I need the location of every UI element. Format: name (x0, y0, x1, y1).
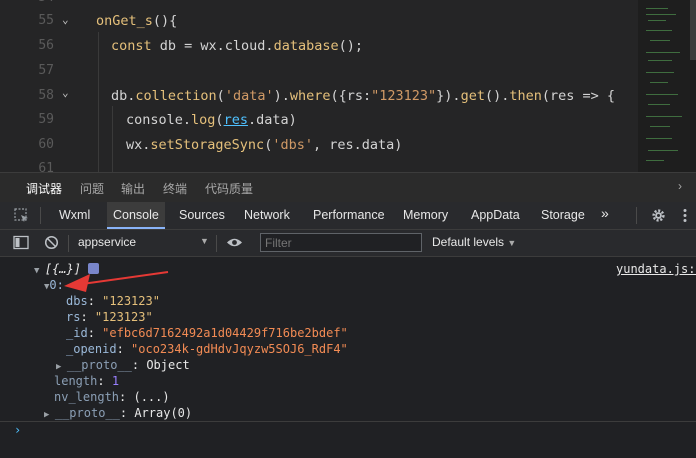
nv-length-row[interactable]: nv_length: (...) (54, 390, 170, 404)
toolbar-divider (40, 207, 41, 224)
devtab-performance[interactable]: Performance (313, 208, 385, 222)
inspect-element-icon[interactable] (14, 208, 30, 224)
proto-object-row[interactable]: ▶ __proto__: Object (56, 358, 190, 372)
devtab-network[interactable]: Network (244, 208, 290, 222)
more-tabs-icon[interactable]: » (601, 205, 609, 221)
gear-icon[interactable] (651, 208, 666, 223)
fold-chevron-icon[interactable]: ⌄ (62, 13, 69, 26)
line-number: 54 (0, 0, 54, 5)
devtab-wxml[interactable]: Wxml (59, 208, 90, 222)
tab-problems[interactable]: 问题 (80, 180, 104, 197)
panel-tabbar: 调试器 问题 输出 终端 代码质量 › (0, 172, 696, 204)
line-number: 61 (38, 161, 54, 172)
devtab-memory[interactable]: Memory (403, 208, 448, 222)
proto-array-row[interactable]: ▶ __proto__: Array(0) (44, 406, 192, 420)
log-levels-dropdown[interactable]: Default levels ▼ (432, 235, 516, 249)
tab-output[interactable]: 输出 (121, 180, 145, 197)
indent-guide (98, 32, 99, 172)
toolbar-divider (68, 235, 69, 252)
devtab-sources[interactable]: Sources (179, 208, 225, 222)
tab-code-quality[interactable]: 代码质量 (205, 180, 253, 197)
collapse-triangle-icon[interactable]: ▼ (34, 266, 45, 276)
devtools-tabbar: Wxml Console Sources Network Performance… (0, 202, 696, 230)
line-number: 59 (38, 112, 54, 127)
expand-triangle-icon[interactable]: ▶ (56, 362, 67, 372)
code-line-59: console.log(res.data) (126, 112, 297, 128)
code-line-60: wx.setStorageSync('dbs', res.data) (126, 137, 403, 153)
source-link[interactable]: yundata.js:5 (616, 262, 696, 276)
indent-guide (112, 106, 113, 172)
dropdown-arrow-icon: ▼ (507, 238, 517, 248)
line-number: 60 (38, 137, 54, 152)
line-number: 55 (38, 13, 54, 28)
code-line-58: db.collection('data').where({rs:"123123"… (111, 88, 616, 104)
log-levels-label: Default levels (432, 235, 505, 249)
field-row: _openid: "oco234k-gdHdvJqyzw5SOJ6_RdF4" (66, 342, 348, 356)
console-prompt[interactable]: › (14, 423, 21, 437)
field-row: rs: "123123" (66, 310, 153, 324)
expand-triangle-icon[interactable]: ▶ (44, 410, 55, 420)
context-select[interactable]: appservice (78, 235, 136, 249)
tab-debugger[interactable]: 调试器 (26, 180, 63, 204)
field-row: dbs: "123123" (66, 294, 160, 308)
annotation-arrow-icon (64, 271, 169, 292)
kebab-menu-icon[interactable] (682, 208, 688, 223)
console-divider (0, 421, 696, 422)
devtab-console[interactable]: Console (107, 202, 165, 229)
devtab-storage[interactable]: Storage (541, 208, 585, 222)
fold-chevron-icon[interactable]: ⌄ (62, 86, 69, 99)
toolbar-divider (636, 207, 637, 224)
line-number: 56 (38, 38, 54, 53)
tab-terminal[interactable]: 终端 (163, 180, 187, 197)
filter-input[interactable] (260, 233, 422, 252)
line-number: 57 (38, 63, 54, 78)
line-number: 58 (38, 88, 54, 103)
devtab-appdata[interactable]: AppData (471, 208, 520, 222)
sidebar-toggle-icon[interactable] (13, 235, 29, 250)
chevron-right-icon[interactable]: › (678, 179, 682, 193)
clear-console-icon[interactable] (44, 235, 59, 250)
editor-scrollbar[interactable] (690, 0, 696, 60)
field-row: _id: "efbc6d7162492a1d04429f716be2bdef" (66, 326, 348, 340)
console-toolbar: appservice ▼ Default levels ▼ (0, 230, 696, 257)
code-editor[interactable]: 54 55 56 57 58 59 60 61 ⌄ ⌄ onGet_s(){ c… (0, 0, 696, 172)
dropdown-arrow-icon[interactable]: ▼ (200, 236, 209, 246)
minimap[interactable] (638, 0, 696, 172)
code-line-56: const db = wx.cloud.database(); (111, 38, 363, 54)
length-row: length: 1 (54, 374, 120, 388)
line-gutter: 54 55 56 57 58 59 60 61 ⌄ ⌄ (0, 0, 86, 172)
code-line-55: onGet_s(){ (96, 13, 178, 29)
toolbar-divider (216, 235, 217, 252)
eye-icon[interactable] (226, 237, 243, 248)
